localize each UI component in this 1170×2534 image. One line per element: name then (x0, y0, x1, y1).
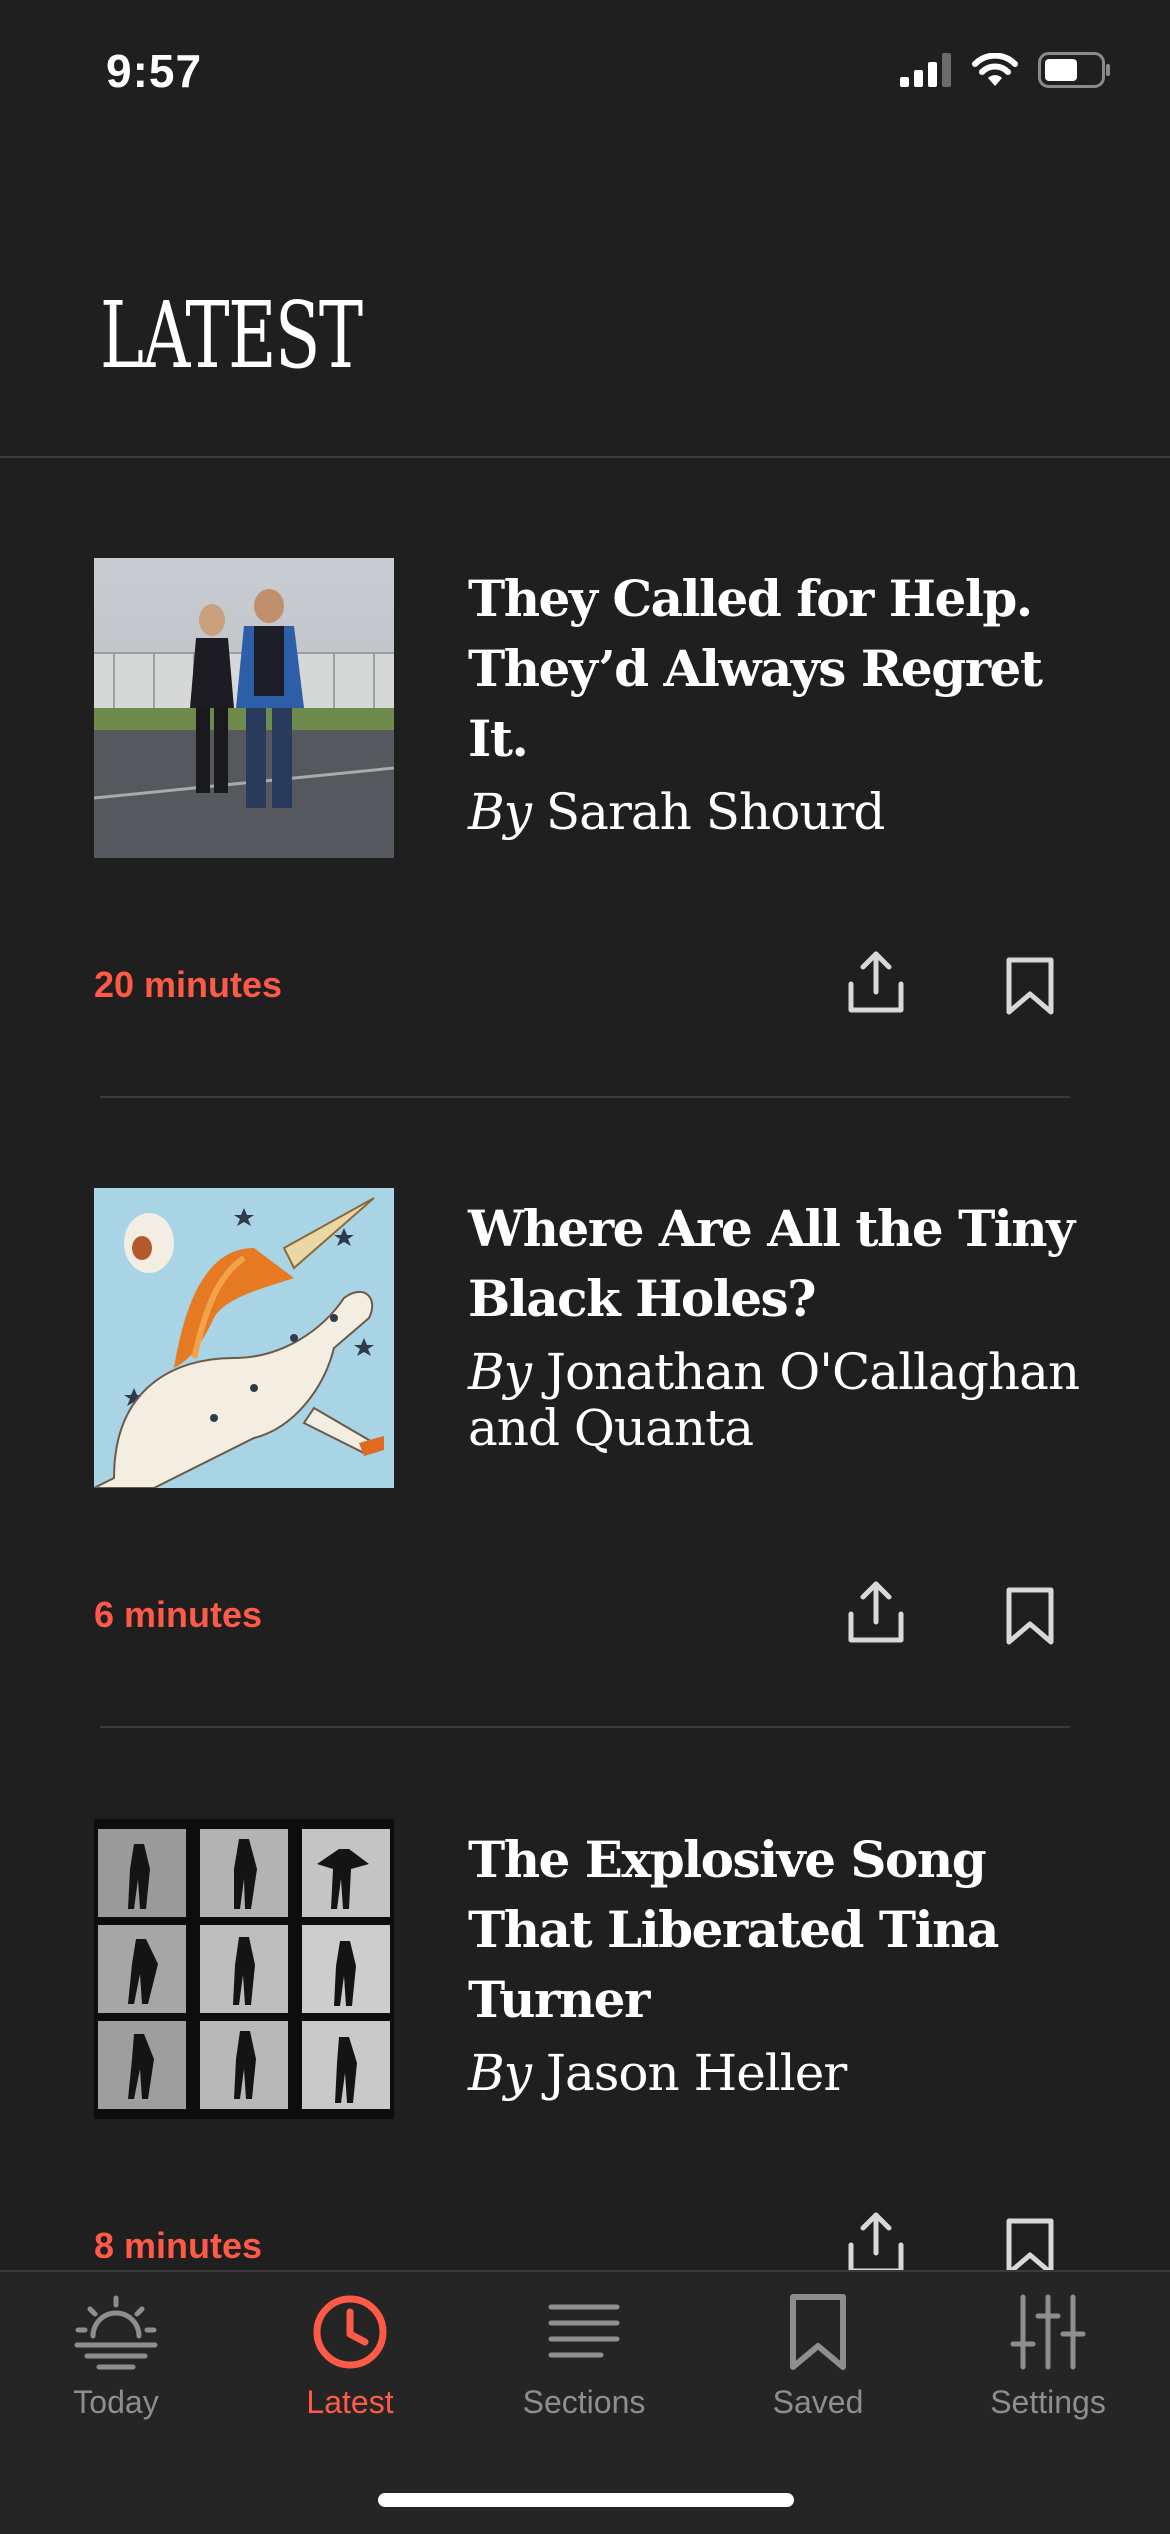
sliders-icon (1010, 2294, 1086, 2370)
wifi-icon (972, 53, 1018, 86)
byline-prefix: By (468, 1343, 532, 1401)
article-text[interactable]: The Explosive Song That Liberated Tina T… (468, 1825, 1088, 2101)
article-thumbnail[interactable] (94, 1188, 394, 1488)
bookmark-icon (790, 2294, 846, 2370)
article-title[interactable]: Where Are All the Tiny Black Holes? (468, 1194, 1088, 1334)
read-time: 6 minutes (94, 1594, 263, 1635)
article-meta: 6 minutes (94, 1580, 1084, 1650)
share-icon[interactable] (846, 2211, 906, 2277)
status-bar: 9:57 (0, 0, 1170, 150)
battery-icon (1038, 52, 1110, 88)
article-illustration-unicorn (94, 1188, 394, 1488)
article-title[interactable]: The Explosive Song That Liberated Tina T… (468, 1825, 1088, 2035)
article-photo-contact-sheet (94, 1819, 394, 2119)
tab-label: Today (73, 2384, 159, 2420)
tab-label: Settings (990, 2384, 1106, 2420)
tab-saved[interactable]: Saved (718, 2292, 918, 2452)
tab-label: Sections (522, 2384, 646, 2420)
sunrise-icon (74, 2295, 158, 2370)
bookmark-icon[interactable] (1000, 1586, 1060, 1646)
clock-icon (313, 2295, 387, 2369)
tab-sections[interactable]: Sections (484, 2292, 684, 2452)
article-thumbnail[interactable] (94, 1819, 394, 2119)
tab-today[interactable]: Today (16, 2292, 216, 2452)
article-author: Jason Heller (545, 2044, 847, 2102)
bookmark-icon[interactable] (1000, 2217, 1060, 2277)
article-card[interactable]: Where Are All the Tiny Black Holes? By J… (0, 1188, 1170, 1728)
article-card[interactable]: They Called for Help. They’d Always Regr… (0, 558, 1170, 1098)
article-byline: By Jonathan O'Callaghan and Quanta (468, 1344, 1088, 1456)
article-author: Sarah Shourd (545, 783, 886, 841)
article-author: Jonathan O'Callaghan and Quanta (468, 1343, 1080, 1457)
bookmark-icon[interactable] (1000, 956, 1060, 1016)
tab-settings[interactable]: Settings (948, 2292, 1148, 2452)
article-title[interactable]: They Called for Help. They’d Always Regr… (468, 564, 1088, 774)
article-byline: By Sarah Shourd (468, 784, 1088, 840)
article-card[interactable]: The Explosive Song That Liberated Tina T… (0, 1819, 1170, 2276)
byline-prefix: By (468, 783, 532, 841)
article-photo-couple (94, 558, 394, 858)
header-divider (0, 456, 1170, 458)
tab-label: Saved (772, 2384, 864, 2420)
share-icon[interactable] (846, 1580, 906, 1646)
share-icon[interactable] (846, 950, 906, 1016)
cellular-signal-icon (900, 53, 951, 87)
article-thumbnail[interactable] (94, 558, 394, 858)
read-time: 20 minutes (94, 964, 283, 1005)
home-indicator[interactable] (378, 2493, 794, 2507)
article-byline: By Jason Heller (468, 2045, 1088, 2101)
article-meta: 20 minutes (94, 950, 1084, 1020)
page-title: LATEST (100, 282, 363, 389)
article-text[interactable]: They Called for Help. They’d Always Regr… (468, 564, 1088, 840)
lines-icon (548, 2304, 620, 2358)
article-divider (100, 1726, 1070, 1728)
tab-label: Latest (306, 2384, 394, 2420)
article-divider (100, 1096, 1070, 1098)
byline-prefix: By (468, 2044, 532, 2102)
read-time: 8 minutes (94, 2225, 263, 2266)
status-time: 9:57 (106, 45, 203, 97)
status-icons (900, 52, 1112, 88)
article-text[interactable]: Where Are All the Tiny Black Holes? By J… (468, 1194, 1088, 1456)
tab-latest[interactable]: Latest (250, 2292, 450, 2452)
